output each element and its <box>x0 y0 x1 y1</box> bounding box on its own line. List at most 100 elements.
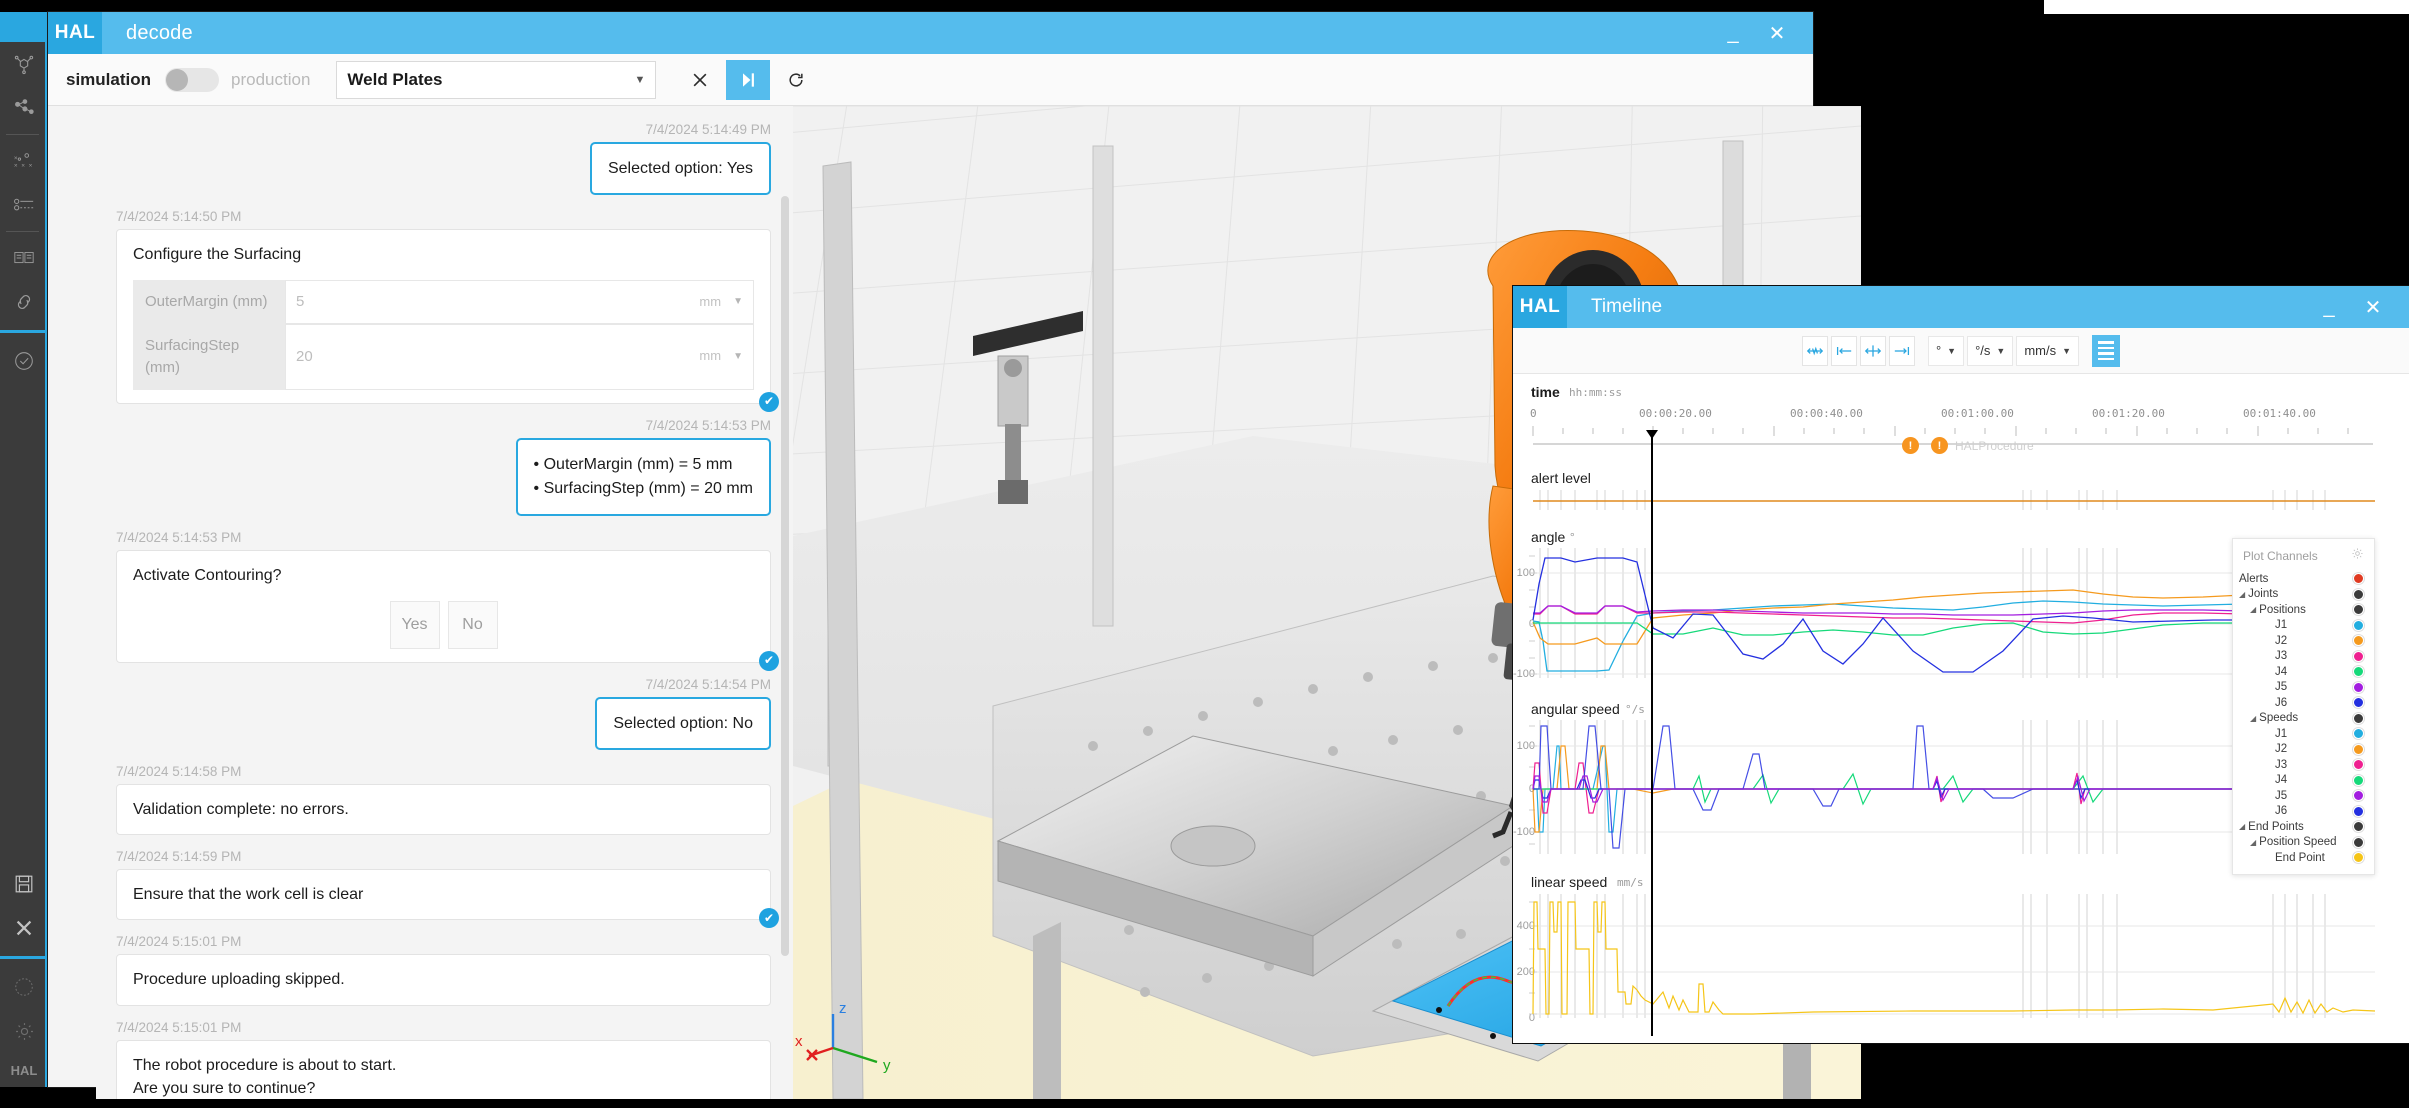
plot-channel-row[interactable]: J4 <box>2233 664 2374 680</box>
timeline-window-controls: _ ✕ <box>2311 289 2409 325</box>
rail-divider <box>6 134 39 135</box>
cell-setup-icon[interactable] <box>0 236 48 280</box>
play-step-button[interactable] <box>726 59 771 100</box>
plot-channel-row[interactable]: J1 <box>2233 726 2374 742</box>
plot-channel-color-dot[interactable] <box>2353 635 2364 647</box>
chevron-down-icon[interactable]: ▼ <box>733 350 743 365</box>
plot-channel-color-dot[interactable] <box>2353 743 2364 755</box>
playhead-handle[interactable] <box>1646 430 1658 439</box>
plot-channel-row[interactable]: J2 <box>2233 633 2374 649</box>
plot-channel-color-dot[interactable] <box>2353 712 2364 724</box>
no-button[interactable]: No <box>447 600 498 649</box>
plot-channel-row[interactable]: ◢ Speeds <box>2233 711 2374 727</box>
surfacing-step-label: SurfacingStep (mm) <box>133 324 285 390</box>
plot-channel-row[interactable]: J2 <box>2233 742 2374 758</box>
timeline-body[interactable]: time hh:mm:ss 0 00:00:20.00 00:00:40.00 … <box>1513 374 2409 1043</box>
form-card-title: Configure the Surfacing <box>133 246 302 264</box>
sequence-icon[interactable] <box>0 183 48 227</box>
graph-nodes-icon[interactable] <box>0 86 48 130</box>
plot-channel-color-dot[interactable] <box>2353 759 2364 771</box>
minimize-button[interactable]: _ <box>2311 289 2347 325</box>
plot-channel-color-dot[interactable] <box>2353 588 2364 600</box>
plot-channel-row[interactable]: End Point <box>2233 850 2374 866</box>
linear-speed-unit-select[interactable]: mm/s ▼ <box>2016 335 2080 366</box>
plot-channel-color-dot[interactable] <box>2353 836 2364 848</box>
plot-channel-color-dot[interactable] <box>2353 697 2364 709</box>
cube-node-icon[interactable] <box>0 42 48 86</box>
minimize-button[interactable]: _ <box>1715 15 1751 51</box>
expand-triangle-icon[interactable]: ◢ <box>2250 714 2256 723</box>
plot-channel-row[interactable]: J3 <box>2233 757 2374 773</box>
angular-speed-unit-select[interactable]: °/s ▼ <box>1967 335 2014 366</box>
angle-unit-value: ° <box>1935 343 1942 358</box>
run-controls <box>678 59 818 100</box>
plot-alert-level[interactable] <box>1513 486 2409 522</box>
link-icon[interactable] <box>0 280 48 324</box>
plot-channel-color-dot[interactable] <box>2353 821 2364 833</box>
plot-channel-color-dot[interactable] <box>2353 790 2364 802</box>
plot-channel-row[interactable]: J4 <box>2233 773 2374 789</box>
plot-channel-row[interactable]: J1 <box>2233 618 2374 634</box>
plot-channel-color-dot[interactable] <box>2353 604 2364 616</box>
settings-gear-icon[interactable] <box>0 1009 48 1053</box>
plot-channel-color-dot[interactable] <box>2353 852 2364 864</box>
timeline-playhead[interactable] <box>1651 436 1653 1036</box>
expand-triangle-icon[interactable]: ◢ <box>2239 590 2245 599</box>
plot-channel-label: J2 <box>2275 634 2288 647</box>
close-button[interactable]: ✕ <box>2355 289 2391 325</box>
plot-channel-color-dot[interactable] <box>2353 619 2364 631</box>
expand-triangle-icon[interactable]: ◢ <box>2250 838 2256 847</box>
plot-channel-color-dot[interactable] <box>2353 681 2364 693</box>
message-timestamp: 7/4/2024 5:15:01 PM <box>116 934 242 950</box>
close-icon[interactable] <box>0 906 48 950</box>
user-icon[interactable] <box>0 965 48 1009</box>
plot-channel-color-dot[interactable] <box>2353 666 2364 678</box>
backdrop-white-strip <box>2044 0 2409 14</box>
plot-title-linear-speed: linear speed <box>1531 874 1608 890</box>
angle-unit-select[interactable]: ° ▼ <box>1927 335 1965 366</box>
surfacing-step-field[interactable]: 20 mm ▼ <box>285 324 754 390</box>
plot-channel-color-dot[interactable] <box>2353 774 2364 786</box>
plot-channel-row[interactable]: J3 <box>2233 649 2374 665</box>
save-icon[interactable] <box>0 862 48 906</box>
timeline-menu-button[interactable] <box>2092 334 2121 367</box>
gear-icon[interactable] <box>2351 547 2364 565</box>
expand-triangle-icon[interactable]: ◢ <box>2250 605 2256 614</box>
simulation-production-toggle[interactable] <box>165 67 220 92</box>
jump-end-icon[interactable] <box>1888 335 1915 366</box>
plot-channel-color-dot[interactable] <box>2353 728 2364 740</box>
outer-margin-field[interactable]: 5 mm ▼ <box>285 280 754 325</box>
plot-channel-row[interactable]: ◢ Positions <box>2233 602 2374 618</box>
expand-triangle-icon[interactable]: ◢ <box>2239 822 2245 831</box>
simulation-label: simulation <box>66 69 152 89</box>
ruler-time-label: time <box>1531 384 1560 400</box>
stop-button[interactable] <box>678 60 722 100</box>
center-playhead-icon[interactable] <box>1859 335 1886 366</box>
plot-channel-color-dot[interactable] <box>2353 573 2364 585</box>
chevron-down-icon[interactable]: ▼ <box>733 295 743 310</box>
close-button[interactable]: ✕ <box>1759 15 1795 51</box>
plot-channel-row[interactable]: J5 <box>2233 680 2374 696</box>
validate-check-icon[interactable] <box>0 339 48 383</box>
svg-text:×: × <box>21 162 25 169</box>
plot-linear-speed[interactable] <box>1513 892 2409 1022</box>
plot-channel-row[interactable]: ◢ Position Speed <box>2233 835 2374 851</box>
yes-button[interactable]: Yes <box>389 600 440 649</box>
plot-channel-row[interactable]: ◢ End Points <box>2233 819 2374 835</box>
plot-channel-row[interactable]: J6 <box>2233 804 2374 820</box>
reload-button[interactable] <box>774 60 818 100</box>
toolpath-icon[interactable]: × × × × <box>0 139 48 183</box>
plot-channel-row[interactable]: ◢ Joints <box>2233 587 2374 603</box>
plot-channel-color-dot[interactable] <box>2353 805 2364 817</box>
fit-horizontal-icon[interactable] <box>1801 335 1828 366</box>
program-select[interactable]: Weld Plates ▼ <box>336 60 657 99</box>
plot-channel-row[interactable]: Alerts <box>2233 571 2374 587</box>
plot-channel-row[interactable]: J6 <box>2233 695 2374 711</box>
chat-scrollbar[interactable] <box>781 196 789 956</box>
alert-marker-icon[interactable]: ! <box>1902 437 1919 454</box>
plot-channel-row[interactable]: J5 <box>2233 788 2374 804</box>
list-item: SurfacingStep (mm) = 20 mm <box>534 477 753 501</box>
alert-marker-icon[interactable]: ! <box>1931 437 1948 454</box>
jump-start-icon[interactable] <box>1830 335 1857 366</box>
plot-channel-color-dot[interactable] <box>2353 650 2364 662</box>
